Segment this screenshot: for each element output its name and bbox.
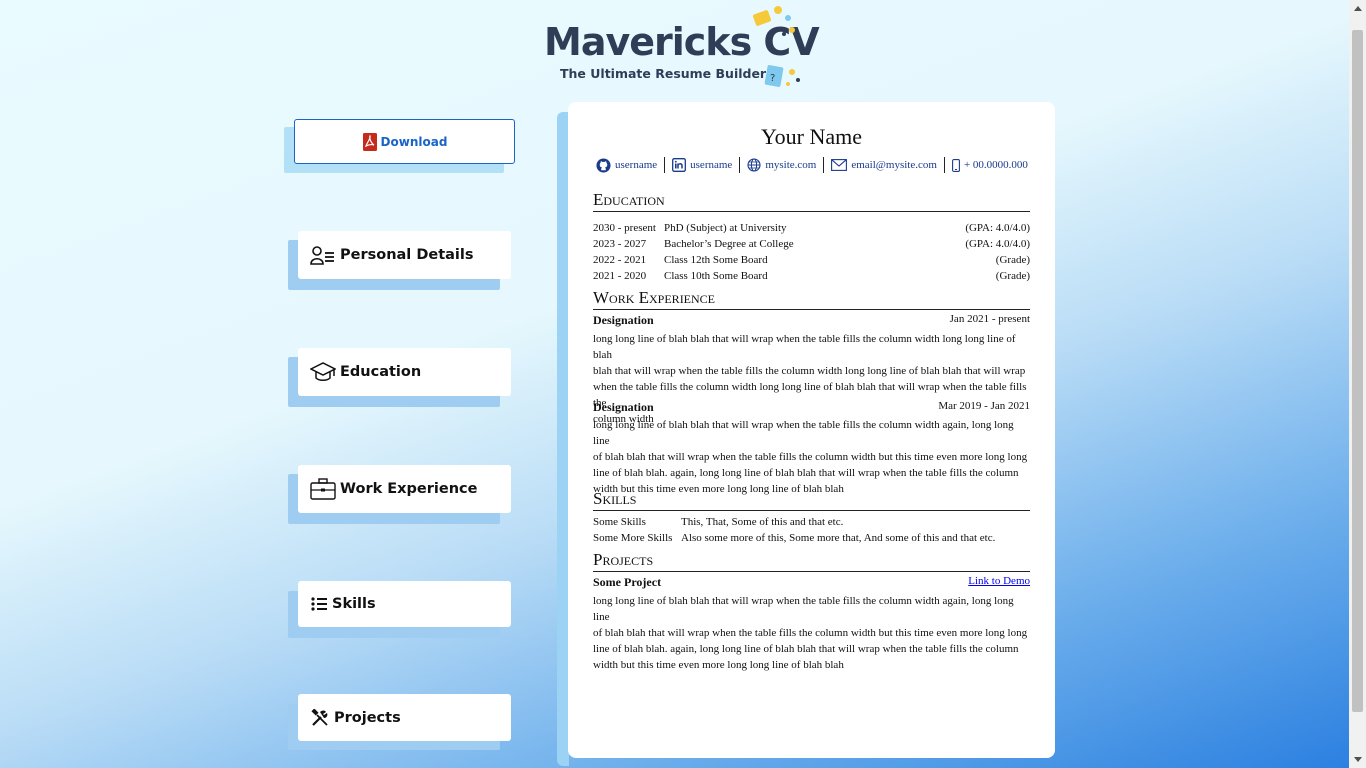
job-description: long long line of blah blah that will wr… xyxy=(593,331,1030,427)
education-degree: PhD (Subject) at University xyxy=(664,222,787,234)
contact-linkedin[interactable]: username xyxy=(664,157,739,173)
linkedin-icon xyxy=(672,158,687,172)
job-dates: Jan 2021 - present xyxy=(949,313,1030,325)
project-demo-link[interactable]: Link to Demo xyxy=(968,575,1030,587)
briefcase-icon xyxy=(310,476,336,502)
text-line: of blah blah that will wrap when the tab… xyxy=(593,627,1028,639)
contact-github-text: username xyxy=(615,159,658,171)
contact-github[interactable]: username xyxy=(596,157,664,173)
pdf-icon xyxy=(362,132,377,151)
svg-text:?: ? xyxy=(770,73,775,84)
skill-name: Some More Skills xyxy=(593,532,673,544)
projects-heading: Projects xyxy=(593,550,1030,572)
nav-projects-label: Projects xyxy=(334,709,401,726)
contact-website[interactable]: mysite.com xyxy=(739,157,823,173)
job-designation: Designation xyxy=(593,400,654,414)
graduation-cap-icon xyxy=(310,359,336,385)
download-label: Download xyxy=(380,134,448,149)
nav-education-label: Education xyxy=(340,364,422,380)
text-line: line of blah blah. again, long long line… xyxy=(593,643,1019,655)
github-icon xyxy=(596,157,611,173)
education-degree: Bachelor’s Degree at College xyxy=(664,238,794,250)
education-grade: (Grade) xyxy=(995,254,1030,266)
scroll-down-arrow-icon[interactable] xyxy=(1349,751,1366,768)
job-dates: Mar 2019 - Jan 2021 xyxy=(938,400,1030,412)
education-years: 2030 - present xyxy=(593,222,656,234)
nav-personal-details-label: Personal Details xyxy=(340,247,474,263)
contact-email[interactable]: email@mysite.com xyxy=(823,157,944,173)
email-icon xyxy=(831,159,848,171)
personal-details-icon xyxy=(310,242,336,268)
education-grade: (GPA: 4.0/4.0) xyxy=(965,222,1030,234)
text-line: long long line of blah blah that will wr… xyxy=(593,595,1014,623)
job-designation: Designation xyxy=(593,313,654,327)
education-years: 2021 - 2020 xyxy=(593,270,647,282)
text-line: line of blah blah. again, long long line… xyxy=(593,467,1019,479)
nav-work-experience-label: Work Experience xyxy=(340,481,478,497)
app-logo: Mavericks CV The Ultimate Resume Builder… xyxy=(544,4,820,94)
skills-heading: Skills xyxy=(593,489,1030,511)
education-heading: Education xyxy=(593,190,1030,212)
download-button[interactable]: Download xyxy=(294,119,515,164)
tools-icon xyxy=(310,705,330,731)
nav-education[interactable]: Education xyxy=(298,348,511,396)
text-line: long long line of blah blah that will wr… xyxy=(593,419,1014,447)
contact-bar: username username mysite.com email@mysit… xyxy=(596,157,1035,173)
contact-phone[interactable]: + 00.0000.000 xyxy=(943,157,1035,173)
resume-name: Your Name xyxy=(760,124,863,149)
contact-website-text: mysite.com xyxy=(765,159,817,171)
contact-email-text: email@mysite.com xyxy=(851,159,937,171)
work-experience-heading: Work Experience xyxy=(593,288,1030,310)
contact-phone-text: + 00.0000.000 xyxy=(963,159,1028,171)
education-years: 2023 - 2027 xyxy=(593,238,647,250)
logo-confetti-icon: ? xyxy=(752,6,800,87)
phone-icon xyxy=(951,158,960,172)
resume-preview: Your Name username username mysite.com e… xyxy=(568,102,1055,758)
education-degree: Class 12th Some Board xyxy=(664,254,768,266)
scroll-up-arrow-icon[interactable] xyxy=(1349,0,1366,17)
education-degree: Class 10th Some Board xyxy=(664,270,768,282)
skill-value: This, That, Some of this and that etc. xyxy=(681,516,844,528)
project-name: Some Project xyxy=(593,575,662,589)
contact-linkedin-text: username xyxy=(690,159,733,171)
text-line: blah that will wrap when the table fills… xyxy=(593,365,1026,377)
nav-projects[interactable]: Projects xyxy=(298,694,511,741)
scrollbar-thumb[interactable] xyxy=(1352,30,1363,712)
job-description: long long line of blah blah that will wr… xyxy=(593,417,1030,497)
nav-skills-label: Skills xyxy=(332,596,376,612)
text-line: width but this time even more long long … xyxy=(593,659,844,671)
globe-icon xyxy=(747,158,761,172)
education-years: 2022 - 2021 xyxy=(593,254,647,266)
skill-name: Some Skills xyxy=(593,516,646,528)
text-line: long long line of blah blah that will wr… xyxy=(593,333,1016,361)
education-grade: (GPA: 4.0/4.0) xyxy=(965,238,1030,250)
nav-work-experience[interactable]: Work Experience xyxy=(298,465,511,513)
nav-skills[interactable]: Skills xyxy=(298,581,511,627)
list-icon xyxy=(310,591,328,617)
project-description: long long line of blah blah that will wr… xyxy=(593,593,1030,673)
text-line: of blah blah that will wrap when the tab… xyxy=(593,451,1028,463)
logo-subtitle: The Ultimate Resume Builder xyxy=(560,66,767,81)
page-scrollbar[interactable] xyxy=(1349,0,1366,768)
nav-personal-details[interactable]: Personal Details xyxy=(298,231,511,279)
skill-value: Also some more of this, Some more that, … xyxy=(681,532,996,544)
education-grade: (Grade) xyxy=(995,270,1030,282)
